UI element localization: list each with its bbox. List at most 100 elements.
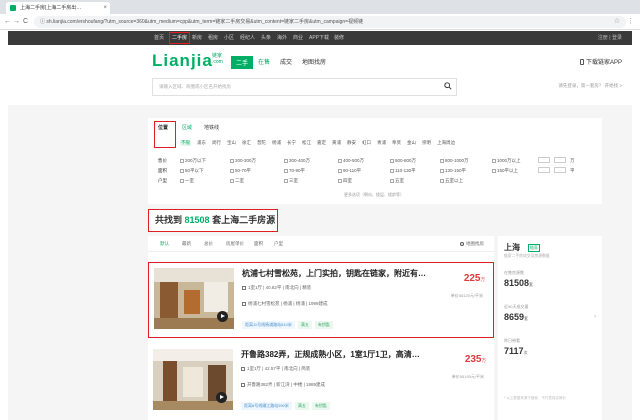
topnav-rent[interactable]: 租房 bbox=[208, 31, 218, 45]
district-item[interactable]: 静安 bbox=[347, 140, 356, 146]
topnav-home[interactable]: 首页 bbox=[154, 31, 164, 45]
topnav-ershoufang[interactable]: 二手房 bbox=[169, 32, 191, 44]
district-item[interactable]: 宝山 bbox=[227, 140, 236, 146]
search-icon[interactable] bbox=[444, 82, 452, 90]
sort-layout[interactable]: 户型 bbox=[274, 236, 283, 252]
category-sold[interactable]: 成交 bbox=[280, 57, 292, 66]
topnav-app[interactable]: APP下载 bbox=[309, 31, 329, 45]
layout-option[interactable]: 五室 bbox=[390, 178, 404, 184]
district-item[interactable]: 不限 bbox=[180, 140, 191, 146]
listing-card[interactable]: 开鲁路382弄，正规成熟小区，1室1厅1卫，高清… 1室1厅 | 42.57平 … bbox=[148, 344, 494, 420]
chevron-right-icon[interactable]: › bbox=[594, 314, 596, 320]
district-item[interactable]: 杨浦 bbox=[272, 140, 281, 146]
checkbox-icon bbox=[338, 158, 342, 163]
price-max-input[interactable] bbox=[554, 157, 566, 163]
district-item[interactable]: 闵行 bbox=[212, 140, 221, 146]
checkbox-icon bbox=[230, 158, 234, 163]
district-item[interactable]: 黄浦 bbox=[332, 140, 341, 146]
close-tab-icon[interactable]: × bbox=[103, 2, 107, 14]
sort-default[interactable]: 默认 bbox=[160, 236, 169, 252]
price-option[interactable]: 200万以下 bbox=[180, 158, 206, 164]
price-option[interactable]: 300-400万 bbox=[284, 158, 310, 164]
layout-option[interactable]: 二室 bbox=[230, 178, 244, 184]
topnav-overseas[interactable]: 海外 bbox=[277, 31, 287, 45]
category-ershou[interactable]: 二手 bbox=[231, 56, 254, 69]
play-video-icon[interactable] bbox=[216, 392, 227, 403]
bookmark-star-icon[interactable]: ☆ bbox=[614, 17, 620, 25]
forward-icon[interactable]: → bbox=[13, 17, 20, 27]
checkbox-icon bbox=[440, 158, 444, 163]
site-header: Lianjia 链家 .com 二手 在售 成交 地图找房 下载链家APP 请输… bbox=[8, 45, 632, 105]
search-input[interactable]: 请输入区域、商圈或小区名开始找房 bbox=[152, 78, 457, 96]
map-search-link[interactable]: 地图找房 bbox=[460, 236, 484, 252]
back-icon[interactable]: ← bbox=[4, 17, 11, 27]
topnav-decor[interactable]: 装修 bbox=[334, 31, 344, 45]
area-option[interactable]: 110-130平 bbox=[390, 168, 416, 174]
browser-menu-icon[interactable]: ⋮ bbox=[627, 17, 634, 25]
area-option[interactable]: 90-110平 bbox=[338, 168, 361, 174]
area-option[interactable]: 150平以上 bbox=[492, 168, 518, 174]
district-item[interactable]: 浦东 bbox=[197, 140, 206, 146]
district-item[interactable]: 嘉定 bbox=[317, 140, 326, 146]
site-info-icon[interactable]: ⓘ bbox=[40, 19, 45, 25]
listing-title[interactable]: 杭浦七村雪松苑，上门实拍，钥匙在链家，附近有… bbox=[242, 268, 442, 279]
topnav-agent[interactable]: 经纪人 bbox=[240, 31, 255, 45]
district-item[interactable]: 虹口 bbox=[362, 140, 371, 146]
price-option[interactable]: 500-800万 bbox=[390, 158, 416, 164]
price-option[interactable]: 1000万以上 bbox=[492, 158, 521, 164]
price-min-input[interactable] bbox=[538, 157, 550, 163]
area-option[interactable]: 70-90平 bbox=[284, 168, 305, 174]
sort-newest[interactable]: 最新 bbox=[182, 236, 191, 252]
checkbox-icon bbox=[284, 168, 288, 173]
sort-area[interactable]: 面积 bbox=[254, 236, 263, 252]
download-app-link[interactable]: 下载链家APP bbox=[579, 57, 622, 66]
listing-card[interactable]: 杭浦七村雪松苑，上门实拍，钥匙在链家，附近有… 1室1厅 | 40.82平 | … bbox=[148, 262, 494, 338]
stat-unit: 次 bbox=[523, 350, 528, 355]
district-item[interactable]: 上海周边 bbox=[437, 140, 455, 146]
area-option[interactable]: 130-150平 bbox=[440, 168, 466, 174]
district-item[interactable]: 松江 bbox=[302, 140, 311, 146]
district-item[interactable]: 徐汇 bbox=[242, 140, 251, 146]
layout-option[interactable]: 四室 bbox=[338, 178, 352, 184]
header-helper-links[interactable]: 请先登录，第一套房？ 开始找 > bbox=[558, 83, 622, 89]
district-item[interactable]: 青浦 bbox=[377, 140, 386, 146]
price-option[interactable]: 400-500万 bbox=[338, 158, 364, 164]
price-option[interactable]: 800-1000万 bbox=[440, 158, 469, 164]
sort-unit-price[interactable]: 房屋单价 bbox=[226, 236, 244, 252]
price-option[interactable]: 200-300万 bbox=[230, 158, 256, 164]
layout-option[interactable]: 五室以上 bbox=[440, 178, 463, 184]
reload-icon[interactable]: C bbox=[23, 17, 28, 27]
tag-has-key: 有钥匙 bbox=[314, 321, 333, 329]
browser-tab[interactable]: 上海二手房|上海二手房出… × bbox=[6, 2, 110, 14]
district-item[interactable]: 奉贤 bbox=[392, 140, 401, 146]
area-min-input[interactable] bbox=[538, 167, 550, 173]
layout-option[interactable]: 一室 bbox=[180, 178, 194, 184]
lianjia-logo[interactable]: Lianjia bbox=[152, 51, 213, 71]
listing-tags: 距离11号线杨浦路站810米 满五 有钥匙 bbox=[242, 321, 336, 329]
category-map[interactable]: 地图找房 bbox=[302, 57, 326, 66]
url-input[interactable]: ⓘ sh.lianjia.com/ershoufang/?utm_source=… bbox=[34, 16, 626, 28]
topnav-community[interactable]: 小区 bbox=[224, 31, 234, 45]
tab-position[interactable]: 位置 bbox=[158, 124, 168, 131]
district-item[interactable]: 崇明 bbox=[422, 140, 431, 146]
topnav-new[interactable]: 新房 bbox=[192, 31, 202, 45]
district-item[interactable]: 普陀 bbox=[257, 140, 266, 146]
favicon-icon bbox=[10, 5, 16, 11]
area-option[interactable]: 50平以下 bbox=[180, 168, 204, 174]
tab-district[interactable]: 区域 bbox=[182, 124, 192, 131]
layout-option[interactable]: 三室 bbox=[284, 178, 298, 184]
district-item[interactable]: 金山 bbox=[407, 140, 416, 146]
area-max-input[interactable] bbox=[554, 167, 566, 173]
topnav-news[interactable]: 头条 bbox=[261, 31, 271, 45]
more-filters-link[interactable]: 更多选项（朝向、楼层、楼龄等） bbox=[344, 192, 404, 198]
category-onsale[interactable]: 在售 bbox=[258, 57, 270, 66]
play-video-icon[interactable] bbox=[217, 311, 228, 322]
district-item[interactable]: 长宁 bbox=[287, 140, 296, 146]
market-side-panel: 上海 链家 链家二手房成交及房源数据 在售房源数 81508套 近90天成交量 … bbox=[498, 236, 602, 420]
tab-subway[interactable]: 地铁线 bbox=[204, 124, 219, 131]
sort-total-price[interactable]: 总价 bbox=[204, 236, 213, 252]
topnav-commercial[interactable]: 商业 bbox=[293, 31, 303, 45]
listing-title[interactable]: 开鲁路382弄，正规成熟小区，1室1厅1卫，高清… bbox=[241, 349, 441, 360]
area-option[interactable]: 50-70平 bbox=[230, 168, 251, 174]
login-register-link[interactable]: 注册 | 登录 bbox=[598, 31, 622, 45]
